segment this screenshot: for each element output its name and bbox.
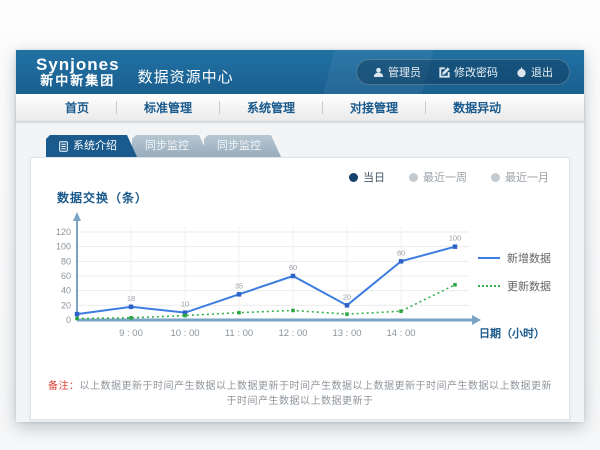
note-label: 备注： — [48, 381, 80, 392]
legend-label: 新增数据 — [507, 250, 551, 266]
filter-last-month[interactable]: 最近一月 — [491, 169, 549, 185]
logout-label: 退出 — [531, 64, 553, 80]
tab-bar: 系统介绍 同步监控 同步监控 — [46, 135, 570, 157]
note-text: 以上数据更新于时间产生数据以上数据更新于时间产生数据以上数据更新于时间产生数据以… — [80, 381, 553, 407]
logo-text-cn: 新中新集团 — [36, 74, 120, 88]
user-menu: 管理员 修改密码 退出 — [356, 59, 570, 85]
page-background: Synjones 新中新集团 数据资源中心 管理员 修改 — [0, 0, 600, 450]
user-icon — [373, 67, 384, 78]
legend-item-updated-data[interactable]: 更新数据 — [478, 278, 551, 294]
svg-text:10: 10 — [181, 300, 189, 309]
svg-text:100: 100 — [449, 234, 462, 243]
filter-today[interactable]: 当日 — [349, 169, 385, 185]
tab-label: 同步监控 — [217, 135, 261, 157]
svg-text:11 : 00: 11 : 00 — [225, 328, 253, 339]
solid-line-swatch — [478, 257, 500, 259]
svg-text:120: 120 — [56, 227, 71, 237]
nav-item-home[interactable]: 首页 — [38, 99, 116, 116]
svg-text:12 : 00: 12 : 00 — [278, 328, 307, 339]
legend-label: 更新数据 — [507, 278, 551, 294]
dotted-line-swatch — [478, 285, 500, 287]
tab-sync-monitor-1[interactable]: 同步监控 — [132, 135, 209, 157]
svg-text:80: 80 — [61, 256, 71, 266]
change-password-label: 修改密码 — [454, 64, 498, 80]
svg-text:100: 100 — [56, 242, 71, 252]
tab-system-intro[interactable]: 系统介绍 — [46, 135, 137, 157]
nav-item-interface-mgmt[interactable]: 对接管理 — [323, 99, 425, 116]
y-axis-title: 数据交换（条） — [57, 189, 553, 206]
filter-label: 最近一周 — [423, 169, 467, 185]
filter-label: 最近一月 — [505, 169, 549, 185]
svg-text:20: 20 — [343, 292, 351, 301]
main-nav: 首页 标准管理 系统管理 对接管理 数据异动 — [16, 94, 584, 122]
chart-legend: 新增数据 更新数据 — [478, 250, 551, 294]
app-window: Synjones 新中新集团 数据资源中心 管理员 修改 — [16, 50, 584, 422]
radio-selected-icon — [349, 173, 358, 182]
svg-text:80: 80 — [397, 248, 405, 257]
svg-text:60: 60 — [289, 263, 297, 272]
logout-button[interactable]: 退出 — [516, 64, 553, 80]
tab-label: 系统介绍 — [73, 135, 117, 157]
nav-item-system-mgmt[interactable]: 系统管理 — [220, 99, 322, 116]
svg-text:20: 20 — [61, 300, 71, 310]
document-icon — [59, 141, 68, 152]
filter-label: 当日 — [363, 169, 385, 185]
svg-text:60: 60 — [61, 271, 71, 281]
svg-text:13 : 00: 13 : 00 — [332, 328, 361, 339]
user-label: 管理员 — [388, 64, 421, 80]
nav-item-data-change[interactable]: 数据异动 — [426, 99, 528, 116]
chart-panel: 当日 最近一周 最近一月 数据交换（条） 0 20 40 60 80 100 120 9 : … — [30, 157, 570, 420]
edit-icon — [439, 67, 450, 78]
svg-text:35: 35 — [235, 281, 243, 290]
svg-text:日期（小时）: 日期（小时） — [479, 326, 545, 340]
app-header: Synjones 新中新集团 数据资源中心 管理员 修改 — [16, 50, 584, 94]
radio-icon — [491, 173, 500, 182]
chart-area: 0 20 40 60 80 100 120 9 : 00 10 : 00 11 : 00 12 : … — [47, 208, 553, 355]
change-password-button[interactable]: 修改密码 — [439, 64, 498, 80]
svg-text:14 : 00: 14 : 00 — [386, 328, 415, 339]
svg-text:0: 0 — [66, 315, 71, 325]
logo-text-en: Synjones — [36, 56, 120, 74]
page-title: 数据资源中心 — [138, 66, 234, 87]
nav-item-standard-mgmt[interactable]: 标准管理 — [117, 99, 219, 116]
radio-icon — [409, 173, 418, 182]
footer-note: 备注：以上数据更新于时间产生数据以上数据更新于时间产生数据以上数据更新于时间产生… — [47, 377, 553, 407]
tab-sync-monitor-2[interactable]: 同步监控 — [204, 135, 281, 157]
svg-text:10 : 00: 10 : 00 — [170, 328, 199, 339]
tab-label: 同步监控 — [145, 135, 189, 157]
user-button[interactable]: 管理员 — [373, 64, 421, 80]
filter-last-week[interactable]: 最近一周 — [409, 169, 467, 185]
time-filter-group: 当日 最近一周 最近一月 — [47, 166, 553, 187]
svg-text:40: 40 — [61, 286, 71, 296]
content-area: 系统介绍 同步监控 同步监控 当日 最近一周 — [16, 122, 584, 420]
legend-item-new-data[interactable]: 新增数据 — [478, 250, 551, 266]
svg-text:9 : 00: 9 : 00 — [119, 328, 143, 339]
power-icon — [516, 67, 527, 78]
svg-text:18: 18 — [127, 294, 135, 303]
logo: Synjones 新中新集团 — [36, 56, 120, 87]
